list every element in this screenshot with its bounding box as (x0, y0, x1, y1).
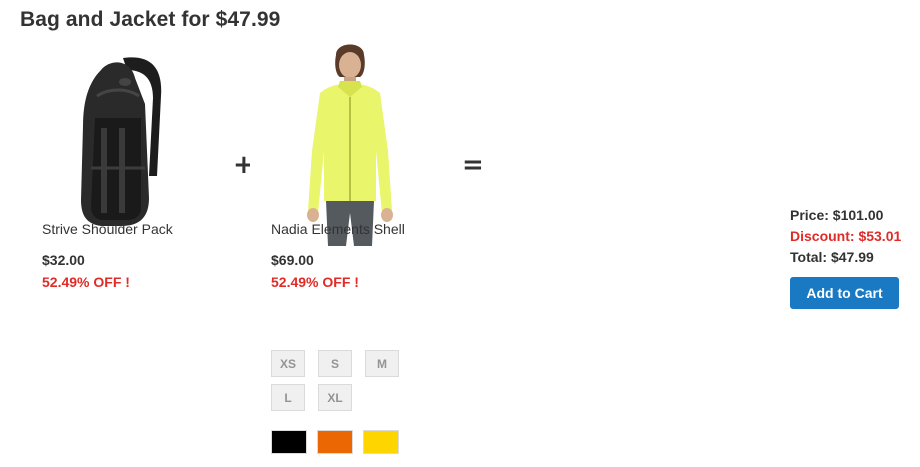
product-card-1 (21, 38, 221, 248)
product-discount-2: 52.49% OFF ! (271, 274, 359, 290)
summary-price: Price: $101.00 (790, 207, 884, 223)
product-card-2 (250, 38, 450, 248)
size-option-xl[interactable]: XL (318, 384, 352, 411)
summary-discount: Discount: $53.01 (790, 228, 902, 244)
product-discount-1: 52.49% OFF ! (42, 274, 130, 290)
product-price-2: $69.00 (271, 252, 314, 268)
size-option-s[interactable]: S (318, 350, 352, 377)
backpack-icon (81, 57, 162, 226)
product-name-2[interactable]: Nadia Elements Shell (271, 221, 405, 237)
product-price-1: $32.00 (42, 252, 85, 268)
product-name-1[interactable]: Strive Shoulder Pack (42, 221, 173, 237)
equals-sign: = (462, 150, 484, 180)
size-option-l[interactable]: L (271, 384, 305, 411)
summary-total: Total: $47.99 (790, 249, 874, 265)
product-image-2[interactable] (250, 38, 450, 248)
bundle-summary: Price: $101.00 Discount: $53.01 Total: $… (790, 205, 901, 268)
color-swatch-orange[interactable] (317, 430, 353, 454)
size-option-m[interactable]: M (365, 350, 399, 377)
color-swatch-black[interactable] (271, 430, 307, 454)
jacket-icon (307, 44, 393, 246)
size-option-xs[interactable]: XS (271, 350, 305, 377)
product-image-1[interactable] (21, 38, 221, 248)
color-swatch-yellow[interactable] (363, 430, 399, 454)
add-to-cart-button[interactable]: Add to Cart (790, 277, 899, 309)
bundle-title: Bag and Jacket for $47.99 (20, 8, 281, 31)
